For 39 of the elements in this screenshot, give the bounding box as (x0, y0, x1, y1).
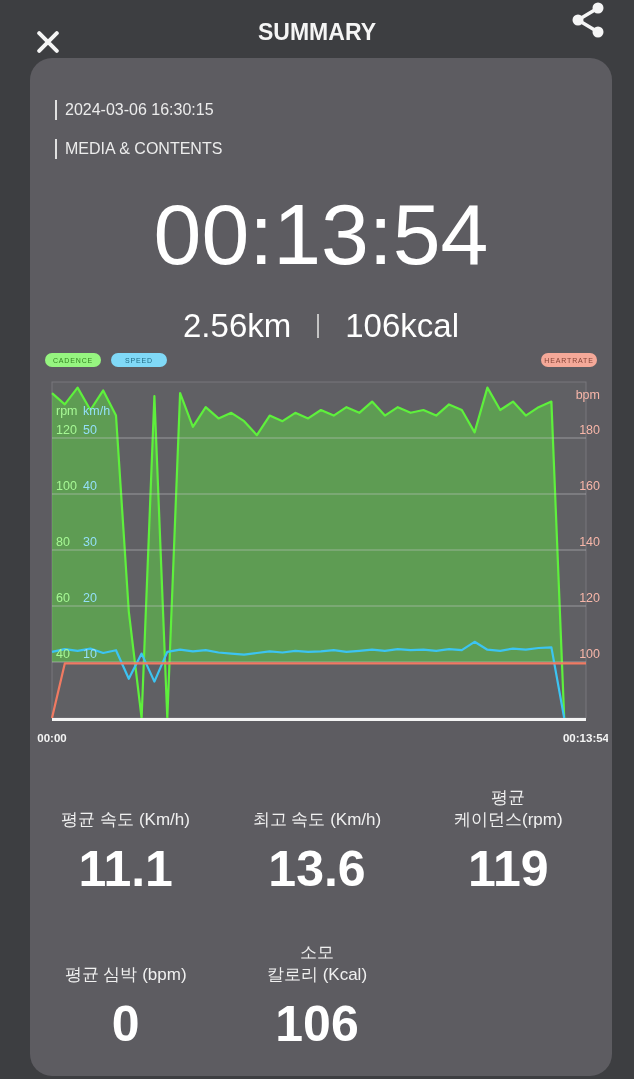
stat-label: 평균 심박 (bpm) (64, 964, 187, 986)
duration-timer: 00:13:54 (153, 191, 489, 277)
close-icon (37, 31, 59, 53)
calories-value: 106kcal (345, 309, 459, 342)
axis-tick-label: 40 (56, 647, 70, 661)
stat-value: 0 (111, 999, 140, 1049)
close-button[interactable] (37, 31, 59, 53)
axis-tick-label: 40 (83, 479, 97, 493)
session-category: MEDIA & CONTENTS (55, 139, 223, 159)
axis-tick-label: 50 (83, 423, 97, 437)
axis-tick-label: 120 (579, 591, 600, 605)
stat-label: 소모 칼로리 (Kcal) (266, 942, 368, 986)
distance-value: 2.56km (183, 309, 292, 342)
share-icon (571, 2, 605, 38)
stat-value: 11.1 (78, 844, 173, 894)
share-button[interactable] (571, 2, 605, 38)
axis-tick-label: 100 (56, 479, 77, 493)
stat-value: 119 (468, 844, 549, 894)
axis-tick-label: 120 (56, 423, 77, 437)
axis-tick-label: 180 (579, 423, 600, 437)
axis-tick-label: 160 (579, 479, 600, 493)
stat-label: 최고 속도 (Km/h) (252, 809, 382, 831)
session-datetime: 2024-03-06 16:30:15 (55, 100, 214, 120)
stat-label: 평균 속도 (Km/h) (61, 809, 190, 831)
axis-tick-label: 140 (579, 535, 600, 549)
axis-tick-label: 30 (83, 535, 97, 549)
axis-tick-label: 60 (56, 591, 70, 605)
axis-tick-label: 10 (83, 647, 97, 661)
stat-label: 평균 케이던스(rpm) (454, 787, 563, 831)
axis-unit-label: bpm (575, 388, 600, 402)
stat-value: 13.6 (268, 844, 366, 894)
axis-tick-label: 100 (579, 647, 600, 661)
axis-unit-label: rpm (56, 404, 78, 418)
screen-title: SUMMARY (258, 18, 376, 47)
axis-tick-label: 20 (83, 591, 97, 605)
axis-unit-label: km/h (83, 404, 111, 418)
time-label: 00:00 (37, 732, 67, 744)
stat-value: 106 (275, 999, 359, 1049)
axis-tick-label: 80 (56, 535, 70, 549)
